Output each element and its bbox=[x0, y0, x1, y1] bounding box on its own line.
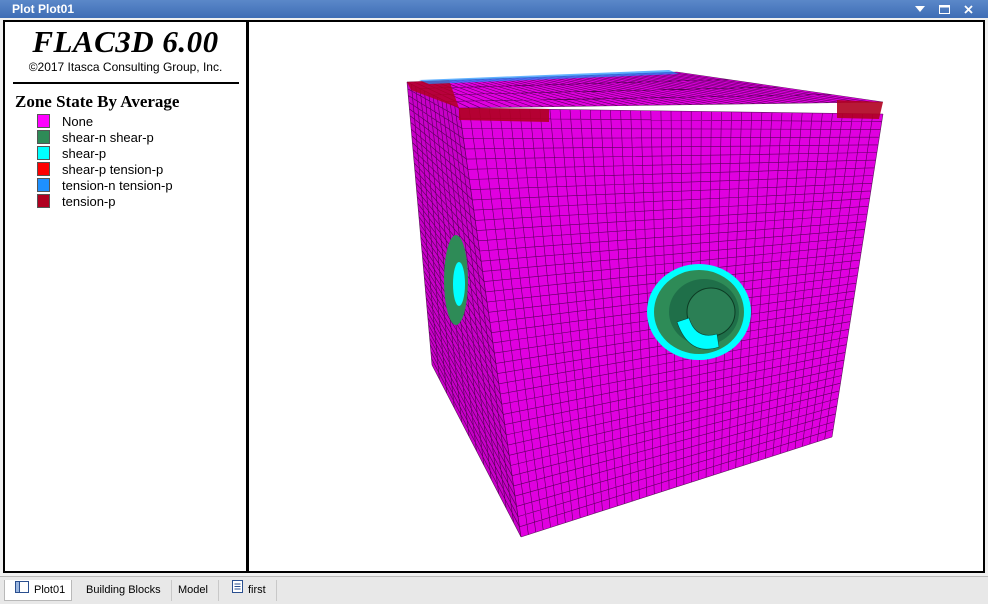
tab-plot01[interactable]: Plot01 bbox=[4, 580, 72, 601]
plot-frame: FLAC3D 6.00 ©2017 Itasca Consulting Grou… bbox=[0, 18, 988, 576]
tab-label: Plot01 bbox=[34, 583, 66, 596]
legend-divider bbox=[13, 82, 239, 84]
tab-model[interactable]: Model bbox=[168, 580, 219, 601]
legend-item: tension-n tension-p bbox=[37, 177, 173, 193]
legend-swatch bbox=[37, 130, 50, 144]
dropdown-arrow-icon[interactable] bbox=[914, 3, 926, 15]
plot-window-icon bbox=[15, 580, 29, 601]
legend-label: shear-p tension-p bbox=[62, 161, 164, 177]
tab-label: first bbox=[248, 584, 266, 596]
legend-label: tension-n tension-p bbox=[62, 177, 173, 193]
legend-item: shear-p tension-p bbox=[37, 161, 163, 177]
legend-label: None bbox=[62, 113, 94, 129]
legend-item: tension-p bbox=[37, 193, 115, 209]
model-viewport[interactable] bbox=[247, 20, 985, 573]
copyright-text: ©2017 Itasca Consulting Group, Inc. bbox=[28, 60, 223, 74]
legend-swatch bbox=[37, 162, 50, 176]
legend-item: shear-n shear-p bbox=[37, 129, 154, 145]
restore-icon[interactable] bbox=[938, 3, 950, 15]
legend-label: shear-p bbox=[62, 145, 107, 161]
document-icon bbox=[232, 580, 243, 601]
product-title: FLAC3D 6.00 bbox=[32, 24, 219, 59]
legend-label: tension-p bbox=[62, 193, 116, 209]
legend-swatch bbox=[37, 146, 50, 160]
legend-title: Zone State By Average bbox=[15, 92, 180, 111]
window-title: Plot Plot01 bbox=[12, 2, 75, 16]
legend-panel: FLAC3D 6.00 ©2017 Itasca Consulting Grou… bbox=[3, 20, 248, 573]
model-render[interactable] bbox=[249, 22, 983, 571]
tab-label: Building Blocks bbox=[86, 584, 161, 596]
tab-label: Model bbox=[178, 584, 208, 596]
legend-swatch bbox=[37, 114, 50, 128]
legend-item: shear-p bbox=[37, 145, 106, 161]
tab-building-blocks[interactable]: Building Blocks bbox=[76, 580, 172, 601]
window-titlebar: Plot Plot01 bbox=[0, 0, 988, 18]
view-tabs: Plot01 Building Blocks Model first bbox=[0, 576, 988, 604]
legend-item: None bbox=[37, 113, 93, 129]
legend-swatch bbox=[37, 194, 50, 208]
left-tunnel-shear bbox=[453, 262, 465, 306]
legend-swatch bbox=[37, 178, 50, 192]
tension-zone bbox=[459, 108, 549, 122]
legend-label: shear-n shear-p bbox=[62, 129, 154, 145]
tab-first[interactable]: first bbox=[222, 580, 277, 601]
tension-zone bbox=[837, 100, 883, 119]
close-icon[interactable] bbox=[962, 3, 974, 15]
